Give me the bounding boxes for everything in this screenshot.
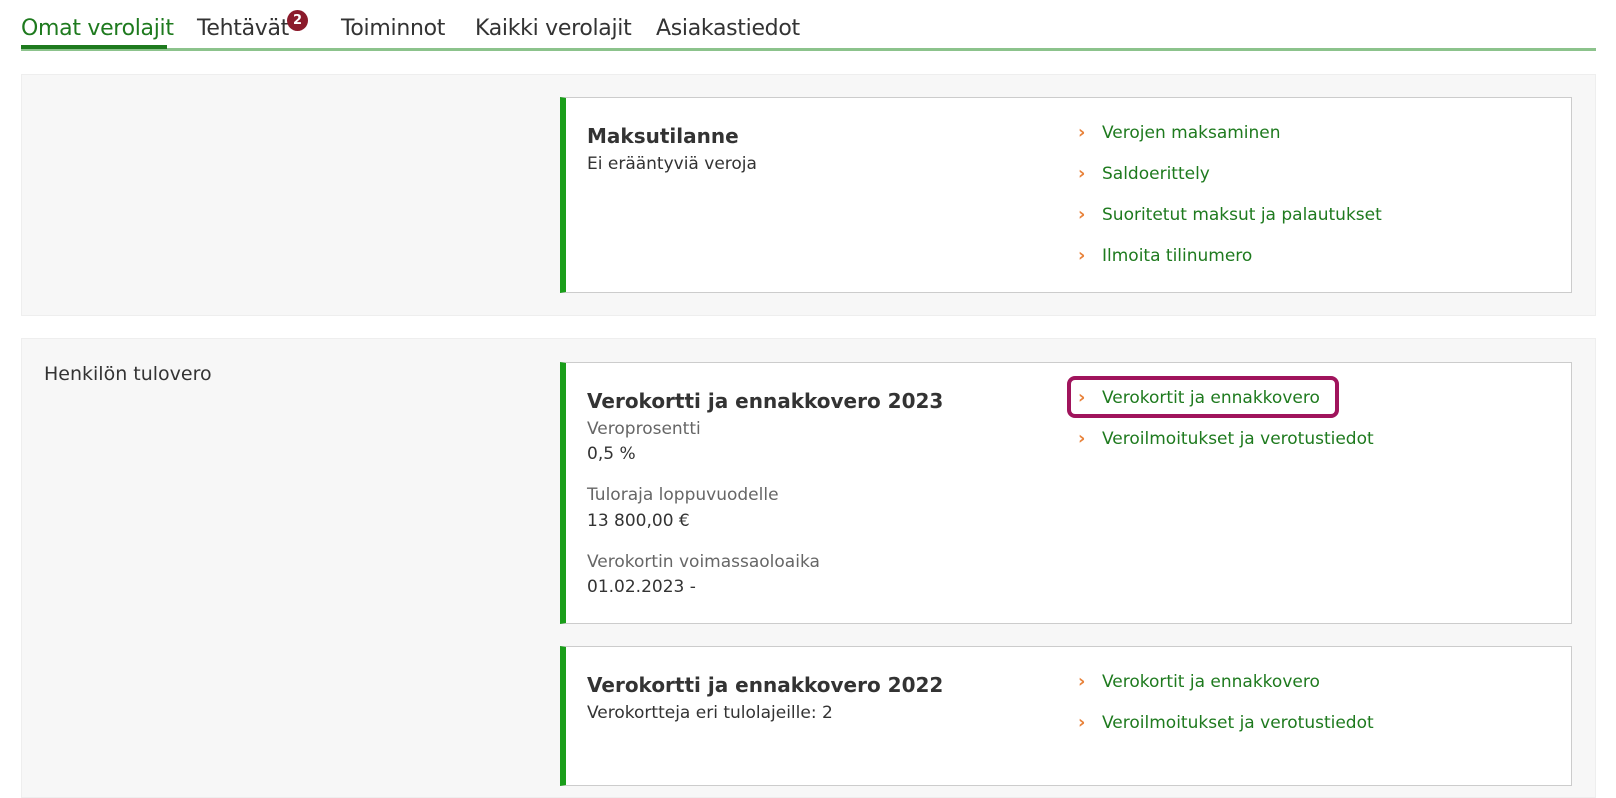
tab-omat-verolajit[interactable]: Omat verolajit	[21, 16, 174, 41]
tax-rate-label: Veroprosentti	[587, 419, 701, 439]
payment-title: Maksutilanne	[587, 124, 739, 148]
link-label: Veroilmoitukset ja verotustiedot	[1102, 428, 1374, 449]
link-label: Verokortit ja ennakkovero	[1102, 671, 1320, 692]
link-verokortit-2022[interactable]: › Verokortit ja ennakkovero	[1078, 671, 1320, 692]
link-label: Verojen maksaminen	[1102, 122, 1281, 143]
card-2022-title: Verokortti ja ennakkovero 2022	[587, 673, 944, 697]
chevron-right-icon: ›	[1078, 712, 1086, 733]
card-2023-title: Verokortti ja ennakkovero 2023	[587, 389, 944, 413]
validity-value: 01.02.2023 -	[587, 577, 696, 597]
tab-bar: Omat verolajit Tehtävät 2 Toiminnot Kaik…	[21, 0, 1596, 51]
link-suoritetut-maksut[interactable]: › Suoritetut maksut ja palautukset	[1078, 204, 1382, 225]
chevron-right-icon: ›	[1078, 428, 1086, 449]
payment-section: Maksutilanne Ei erääntyviä veroja › Vero…	[21, 74, 1596, 316]
chevron-right-icon: ›	[1078, 204, 1086, 225]
tab-kaikki-verolajit[interactable]: Kaikki verolajit	[475, 16, 632, 41]
task-count-badge: 2	[287, 10, 308, 31]
payment-status: Ei erääntyviä veroja	[587, 154, 757, 174]
income-limit-label: Tuloraja loppuvuodelle	[587, 485, 779, 505]
link-label: Ilmoita tilinumero	[1102, 245, 1253, 266]
link-label: Suoritetut maksut ja palautukset	[1102, 204, 1382, 225]
link-veroilmoitukset-2023[interactable]: › Veroilmoitukset ja verotustiedot	[1078, 428, 1374, 449]
payment-card: Maksutilanne Ei erääntyviä veroja › Vero…	[560, 97, 1572, 293]
highlight-frame	[1067, 376, 1339, 418]
chevron-right-icon: ›	[1078, 245, 1086, 266]
link-label: Veroilmoitukset ja verotustiedot	[1102, 712, 1374, 733]
chevron-right-icon: ›	[1078, 122, 1086, 143]
card-2022-text: Verokortteja eri tulolajeille: 2	[587, 703, 833, 723]
income-tax-section: Henkilön tulovero Verokortti ja ennakkov…	[21, 338, 1596, 798]
income-limit-value: 13 800,00 €	[587, 511, 690, 531]
section-title: Henkilön tulovero	[44, 363, 212, 385]
link-verojen-maksaminen[interactable]: › Verojen maksaminen	[1078, 122, 1281, 143]
tax-card-2023: Verokortti ja ennakkovero 2023 Veroprose…	[560, 362, 1572, 624]
chevron-right-icon: ›	[1078, 671, 1086, 692]
link-veroilmoitukset-2022[interactable]: › Veroilmoitukset ja verotustiedot	[1078, 712, 1374, 733]
link-saldoerittely[interactable]: › Saldoerittely	[1078, 163, 1210, 184]
tab-asiakastiedot[interactable]: Asiakastiedot	[656, 16, 800, 41]
tab-tehtavat[interactable]: Tehtävät	[197, 16, 289, 41]
tax-rate-value: 0,5 %	[587, 444, 636, 464]
link-ilmoita-tilinumero[interactable]: › Ilmoita tilinumero	[1078, 245, 1252, 266]
active-tab-indicator	[21, 45, 167, 49]
link-label: Saldoerittely	[1102, 163, 1210, 184]
tab-toiminnot[interactable]: Toiminnot	[341, 16, 445, 41]
chevron-right-icon: ›	[1078, 163, 1086, 184]
validity-label: Verokortin voimassaoloaika	[587, 552, 820, 572]
tax-card-2022: Verokortti ja ennakkovero 2022 Verokortt…	[560, 646, 1572, 786]
